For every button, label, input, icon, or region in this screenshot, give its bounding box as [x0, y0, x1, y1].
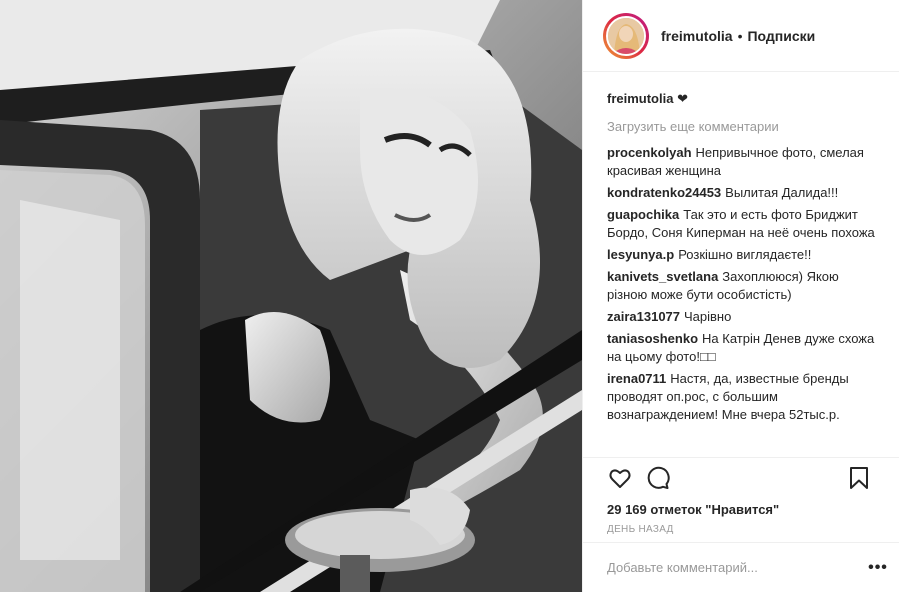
- header-username[interactable]: freimutolia: [661, 28, 733, 44]
- comment-username[interactable]: lesyunya.p: [607, 247, 674, 262]
- comment-item: kondratenko24453 Вылитая Далида!!!: [607, 184, 876, 202]
- post-sidebar: freimutolia • Подписки freimutolia ❤ Заг…: [582, 0, 899, 592]
- photo-image: [0, 0, 582, 592]
- comment-item: irena0711 Настя, да, известные бренды про…: [607, 370, 876, 424]
- caption-username[interactable]: freimutolia: [607, 91, 673, 106]
- post-header: freimutolia • Подписки: [583, 0, 899, 72]
- comment-text: Чарівно: [684, 309, 732, 324]
- comment-bubble-icon[interactable]: [645, 465, 671, 491]
- load-more-comments-link[interactable]: Загрузить еще комментарии: [607, 118, 876, 136]
- comment-username[interactable]: kanivets_svetlana: [607, 269, 718, 284]
- comment-input[interactable]: [607, 560, 866, 575]
- caption-text: ❤: [677, 91, 688, 106]
- follow-button[interactable]: Подписки: [747, 28, 815, 44]
- comment-item: lesyunya.p Розкішно виглядаєте!!: [607, 246, 876, 264]
- action-icons: [607, 458, 884, 498]
- comment-item: taniasoshenko На Катрін Денев дуже схожа …: [607, 330, 876, 366]
- post-view: freimutolia • Подписки freimutolia ❤ Заг…: [0, 0, 899, 592]
- comment-item: zaira131077 Чарівно: [607, 308, 876, 326]
- comment-text: Розкішно виглядаєте!!: [678, 247, 812, 262]
- comment-username[interactable]: procenkolyah: [607, 145, 692, 160]
- post-photo[interactable]: [0, 0, 582, 592]
- avatar[interactable]: [603, 12, 649, 59]
- comment-username[interactable]: irena0711: [607, 371, 666, 386]
- add-comment-bar: •••: [583, 542, 899, 592]
- more-options-icon[interactable]: •••: [866, 556, 890, 580]
- likes-count[interactable]: 29 169 отметок "Нравится": [607, 502, 884, 517]
- comments-list[interactable]: freimutolia ❤ Загрузить еще комментарии …: [583, 72, 899, 458]
- header-separator: •: [737, 27, 743, 44]
- avatar-image: [606, 15, 646, 56]
- comment-text: Вылитая Далида!!!: [725, 185, 839, 200]
- comment-item: procenkolyah Непривычное фото, смелая кра…: [607, 144, 876, 180]
- post-caption: freimutolia ❤: [607, 90, 876, 108]
- post-timestamp[interactable]: день назад: [607, 524, 884, 535]
- heart-icon[interactable]: [607, 465, 633, 491]
- comment-username[interactable]: zaira131077: [607, 309, 680, 324]
- comment-username[interactable]: guapochika: [607, 207, 679, 222]
- bookmark-icon[interactable]: [846, 465, 872, 491]
- post-actions: 29 169 отметок "Нравится" день назад: [583, 457, 899, 535]
- comment-item: guapochika Так это и есть фото Бриджит Бо…: [607, 206, 876, 242]
- comment-item: kanivets_svetlana Захоплююся) Якою різною…: [607, 268, 876, 304]
- comment-username[interactable]: taniasoshenko: [607, 331, 698, 346]
- comment-username[interactable]: kondratenko24453: [607, 185, 721, 200]
